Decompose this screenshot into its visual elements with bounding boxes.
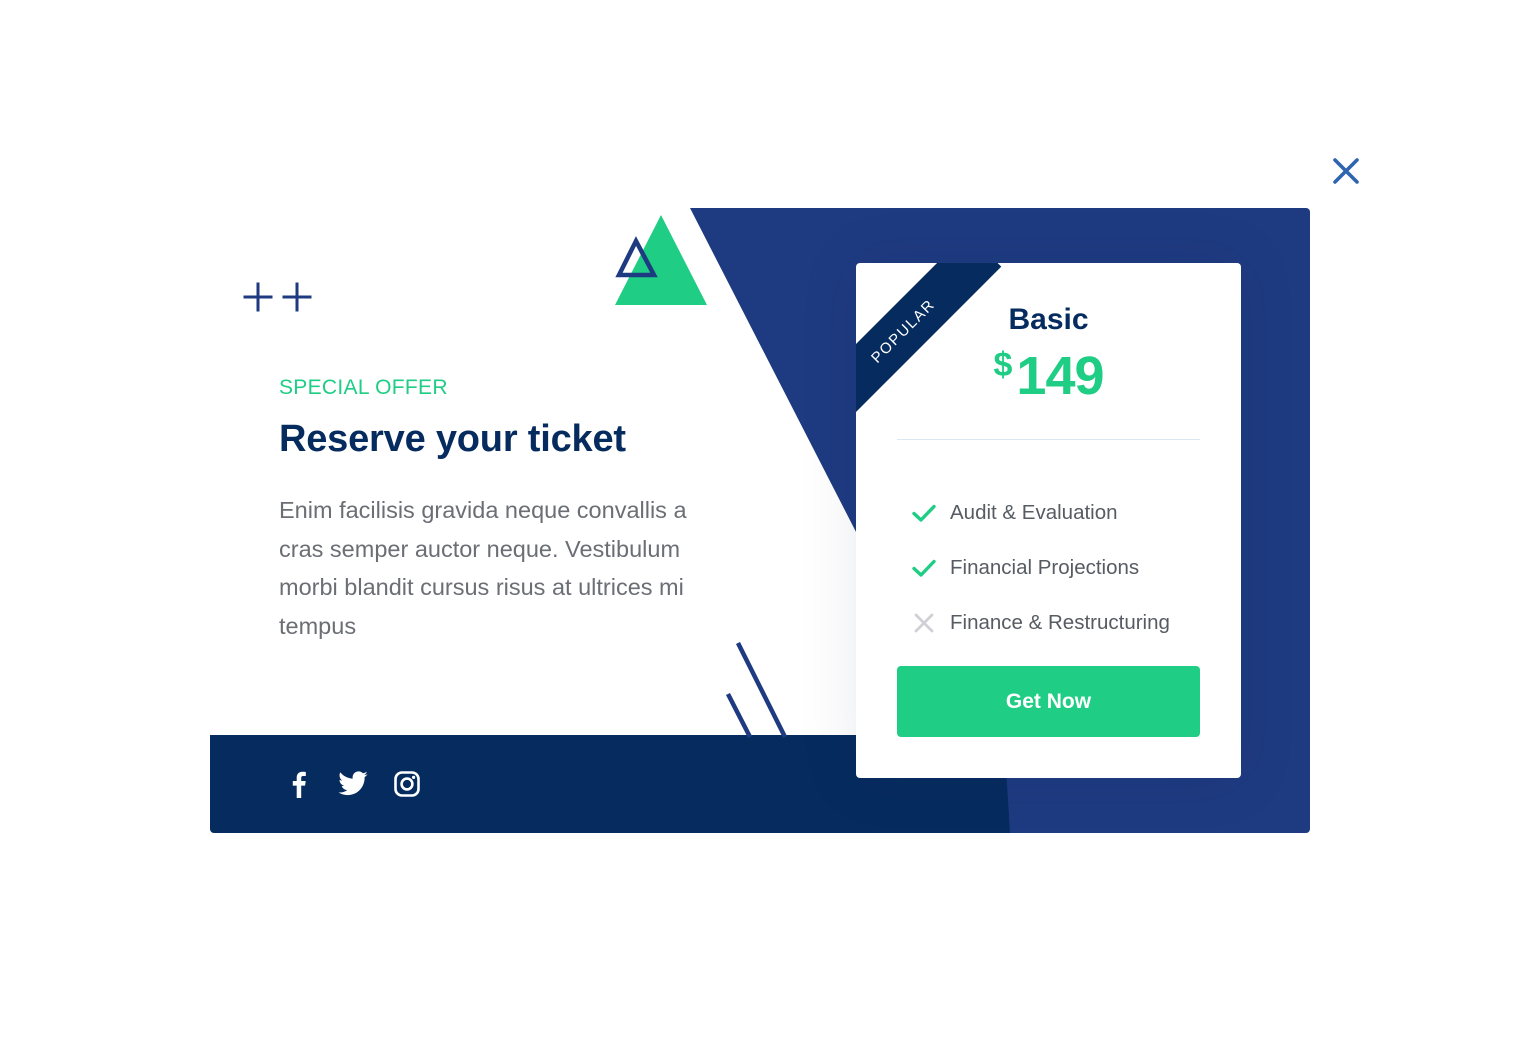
offer-description: Enim facilisis gravida neque convallis a… bbox=[279, 497, 687, 639]
check-icon bbox=[912, 504, 936, 522]
price-amount: 149 bbox=[1016, 346, 1104, 406]
feature-label: Finance & Restructuring bbox=[950, 610, 1170, 634]
price-currency: $ bbox=[993, 346, 1013, 384]
feature-item: Financial Projections bbox=[911, 540, 1231, 595]
twitter-icon[interactable] bbox=[337, 768, 369, 800]
instagram-icon[interactable] bbox=[391, 768, 423, 800]
feature-label: Financial Projections bbox=[950, 555, 1140, 579]
close-button[interactable] bbox=[1330, 155, 1362, 187]
close-icon bbox=[1333, 158, 1359, 184]
get-now-button[interactable]: Get Now bbox=[897, 666, 1200, 737]
facebook-icon[interactable] bbox=[283, 768, 315, 800]
feature-item: Audit & Evaluation bbox=[911, 485, 1231, 540]
feature-item: Finance & Restructuring bbox=[911, 595, 1231, 650]
plus-signs-decor bbox=[243, 282, 312, 312]
plan-name: Basic bbox=[1008, 303, 1089, 336]
feature-list: Audit & Evaluation Financial Projections… bbox=[911, 485, 1231, 650]
feature-label: Audit & Evaluation bbox=[950, 500, 1118, 524]
social-links bbox=[283, 768, 423, 800]
plan-price: $149 bbox=[856, 345, 1241, 407]
offer-popup: SPECIAL OFFER Reserve your ticket Enim f… bbox=[210, 208, 1310, 833]
offer-headline: Reserve your ticket bbox=[279, 418, 626, 460]
offer-content: SPECIAL OFFER Reserve your ticket Enim f… bbox=[279, 376, 719, 645]
offer-eyebrow: SPECIAL OFFER bbox=[279, 376, 448, 399]
pricing-card: POPULAR Basic $149 Audit & Evaluation Fi… bbox=[856, 263, 1241, 778]
x-icon bbox=[914, 613, 934, 632]
card-divider bbox=[897, 439, 1200, 440]
check-icon bbox=[912, 559, 936, 577]
